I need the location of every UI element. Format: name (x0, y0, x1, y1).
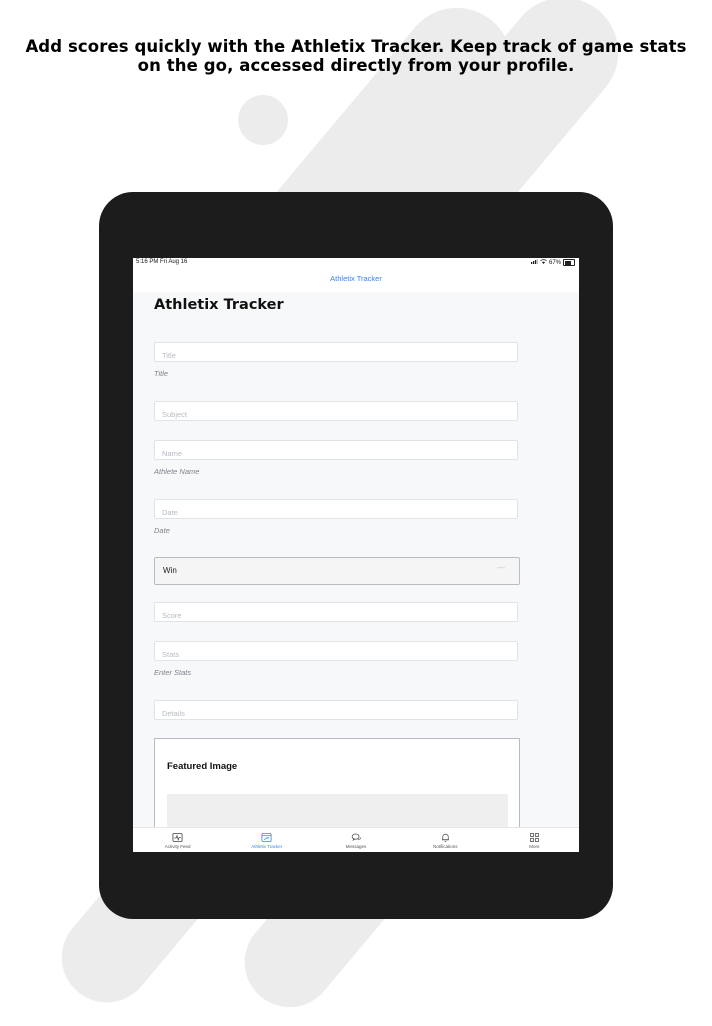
grid-icon (529, 833, 539, 842)
result-select[interactable]: Win — (154, 557, 520, 585)
athlete-name-helper: Athlete Name (154, 467, 200, 476)
app-screen: 5:16 PM Fri Aug 16 67% Athletix Tracker … (133, 258, 579, 852)
bell-icon (441, 833, 449, 842)
name-input[interactable] (155, 444, 517, 463)
promo-headline-line-2: on the go, accessed directly from your p… (137, 56, 575, 75)
activity-icon (172, 832, 183, 843)
title-input[interactable] (155, 346, 517, 365)
date-input[interactable] (155, 503, 517, 522)
tab-activity-feed[interactable]: Activity Feed (133, 828, 222, 852)
promo-headline-line-1: Add scores quickly with the Athletix Tra… (25, 37, 687, 56)
page-title: Athletix Tracker (154, 297, 284, 313)
tab-label: Messages (345, 844, 367, 849)
status-indicators: 67% (530, 259, 575, 266)
tab-label: Activity Feed (164, 844, 191, 849)
stats-helper: Enter Stats (154, 668, 192, 677)
promo-headline: Add scores quickly with the Athletix Tra… (0, 37, 712, 75)
result-select-value: Win (163, 566, 177, 575)
date-helper: Date (154, 526, 170, 535)
nav-bar: Athletix Tracker (133, 268, 579, 292)
score-input[interactable] (155, 606, 517, 625)
name-field[interactable] (154, 440, 518, 463)
details-field[interactable] (154, 700, 518, 723)
status-time: 5:16 PM Fri Aug 16 (136, 259, 188, 265)
messages-icon (351, 833, 361, 842)
background-decoration (238, 95, 288, 145)
nav-title: Athletix Tracker (330, 274, 382, 283)
signal-icon (530, 259, 538, 266)
tab-notifications[interactable]: Notifications (401, 828, 490, 852)
subject-input[interactable] (155, 405, 517, 424)
battery-percent: 67% (548, 259, 561, 266)
status-bar: 5:16 PM Fri Aug 16 67% (133, 258, 579, 268)
battery-icon (563, 259, 575, 266)
title-field[interactable] (154, 342, 518, 365)
tab-more[interactable]: More (490, 828, 579, 852)
details-input[interactable] (155, 704, 517, 723)
tab-athletix-tracker[interactable]: Athletix Tracker (222, 828, 311, 852)
featured-image-title: Featured Image (167, 761, 238, 772)
tracker-icon (261, 832, 272, 843)
date-field[interactable] (154, 499, 518, 522)
tab-label: Athletix Tracker (251, 844, 283, 849)
score-field[interactable] (154, 602, 518, 625)
chevron-down-icon: — (497, 563, 505, 572)
tab-label: More (529, 844, 540, 849)
title-helper: Title (154, 369, 169, 378)
subject-field[interactable] (154, 401, 518, 424)
tab-label: Notifications (432, 844, 458, 849)
tab-messages[interactable]: Messages (311, 828, 400, 852)
wifi-icon (540, 259, 547, 266)
stats-input[interactable] (155, 645, 517, 664)
tab-bar: Activity Feed Athletix Tracker Messages … (133, 827, 579, 852)
stats-field[interactable] (154, 641, 518, 664)
